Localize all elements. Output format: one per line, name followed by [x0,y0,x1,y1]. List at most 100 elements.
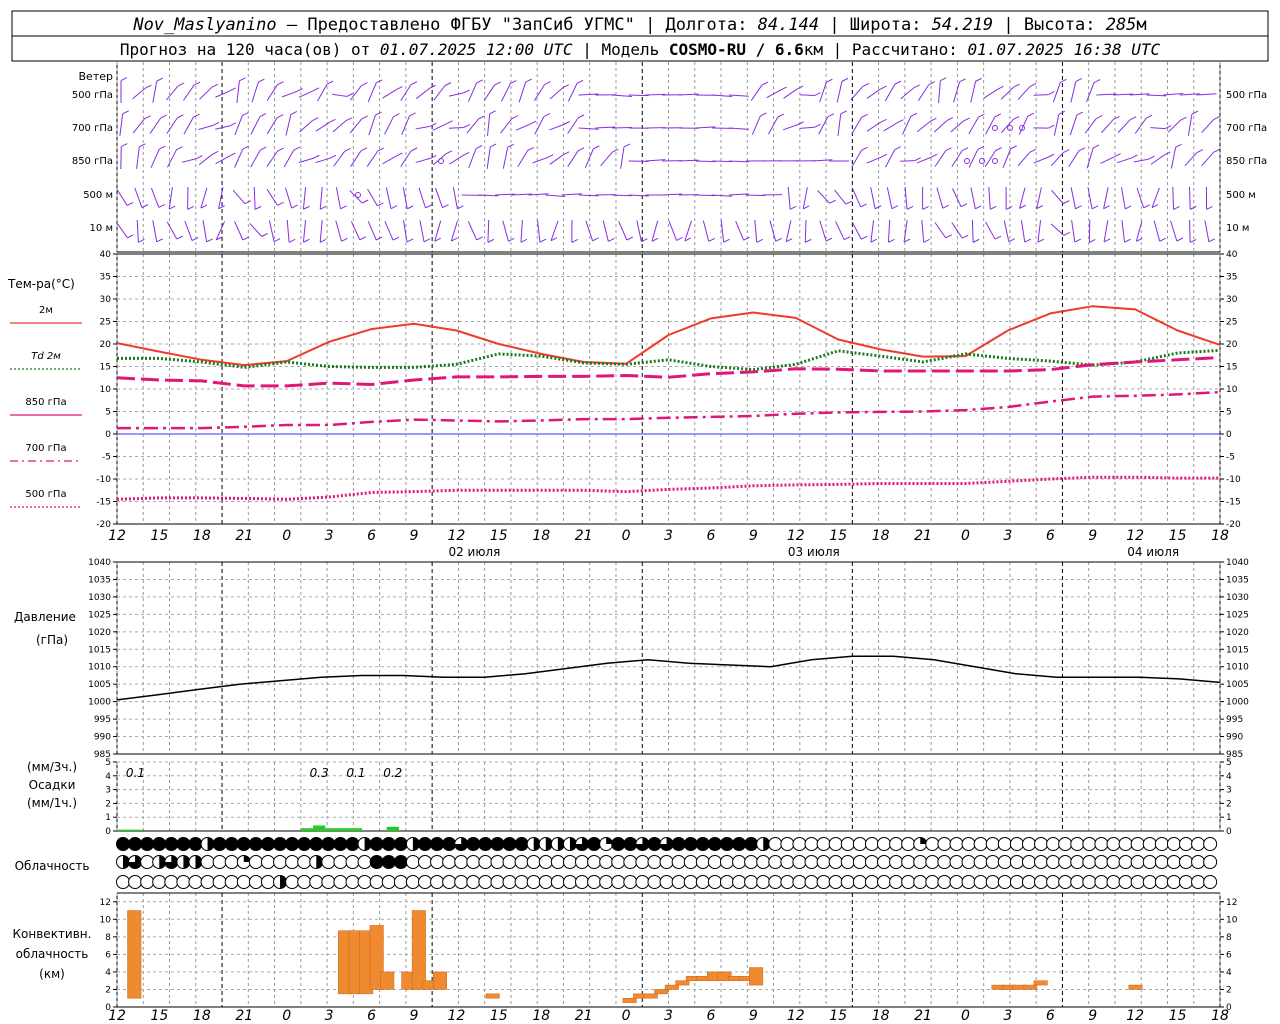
conv-bar [127,910,142,999]
wind-barb [281,91,297,98]
wind-barb-flag [546,154,554,159]
cloud-cell [780,875,795,889]
cloud-circle [756,875,771,889]
wind-barb [636,220,642,242]
wind-barb [818,116,829,135]
cloud-circle [695,855,710,869]
hour-label: 6 [367,1008,376,1024]
cloud-cell [1166,875,1181,889]
cloud-cell [889,855,904,869]
cloud-circle [285,875,300,889]
wind-barb [549,154,564,165]
cloud-cell [212,855,227,869]
wind-barb-flag [341,237,348,242]
cloud-circle [707,855,722,869]
cloud-cell [575,837,590,851]
cloud-circle [454,855,469,869]
wind-barb [1037,220,1042,243]
wind-barb-flag [1063,231,1070,236]
wind-barb [532,157,548,164]
wind-barb [938,80,941,103]
wind-barb-flag [894,146,901,151]
wind-barb-flag [290,110,298,115]
cloud-circle [285,855,300,869]
cloud-circle [973,855,988,869]
wind-barb [750,84,763,101]
cloud-cell [1130,855,1145,869]
wind-barb-flag [396,152,403,157]
cloud-circle [1191,855,1206,869]
wind-barb-flag [359,236,367,241]
cloud-cell [780,855,795,869]
cloud-cell [152,855,167,869]
wind-barb [1053,114,1060,136]
wind-barb-flag [1131,154,1138,159]
wind-barb [782,124,798,131]
cloud-cell [562,855,577,869]
cloud-cell [333,837,348,851]
cloud-cell [876,875,891,889]
cloud-cell [309,855,324,869]
wind-barb [1201,119,1214,134]
cloud-cell [224,837,239,851]
wind-barb [1170,220,1178,242]
cloud-fill [370,837,384,851]
cloud-cell [248,837,263,851]
wind-barb [253,186,256,210]
wind-barb [367,221,377,241]
cloud-cell [381,855,396,869]
wind-barb-flag [1005,205,1013,210]
wind-barb-flag [392,236,400,241]
cloud-cell [369,855,384,869]
wind-barb [418,187,426,209]
wind-barb-flag [897,119,904,124]
hour-label: 0 [961,528,970,544]
wind-barb-flag [313,154,320,159]
wind-barb-flag [1078,147,1086,152]
wind-barb-flag [293,146,300,151]
cloud-fill [116,837,130,851]
wind-barb-flag [340,205,347,210]
wind-barb-flag [508,237,515,242]
wind-barb-flag [277,81,284,86]
cloud-cell [768,855,783,869]
cloud-cell [550,837,565,851]
cloud-cell [176,837,191,851]
conv-bar [380,971,395,990]
wind-barb-flag [862,83,870,87]
cloud-circle [1166,875,1181,889]
wind-barb-flag [860,203,867,208]
cloud-circle [442,875,457,889]
cloud-circle [599,875,614,889]
cloud-cell [309,837,324,851]
cloud-circle [937,837,952,851]
wind-barb-flag [193,113,200,118]
wind-barb-flag [1213,116,1220,120]
cloud-cell [430,875,445,889]
cloud-cell [1191,837,1206,851]
wind-barb [415,87,430,100]
wind-barb-flag [176,235,183,240]
wind-level-label: 700 гПа [72,123,113,134]
cloud-circle [913,855,928,869]
wind-calm [992,158,998,164]
precip-unit-1h: (мм/1ч.) [27,796,77,810]
wind-barb [1050,223,1065,236]
cloud-cell [732,875,747,889]
cloud-fill [285,837,299,851]
wind-barb [1184,152,1198,167]
cloud-circle [937,875,952,889]
cloud-circle [1178,855,1193,869]
cloud-circle [1082,875,1097,889]
cloud-fill [152,837,166,851]
wind-barb-flag [962,234,969,239]
wind-barb-flag [805,238,812,243]
cloud-circle [864,855,879,869]
cloud-circle [719,875,734,889]
cloud-circle [852,837,867,851]
wind-barb-flag [212,121,220,126]
wind-barb [468,148,477,169]
cloud-circle [876,837,891,851]
wind-barb [883,122,898,132]
cloud-fill [587,837,601,851]
